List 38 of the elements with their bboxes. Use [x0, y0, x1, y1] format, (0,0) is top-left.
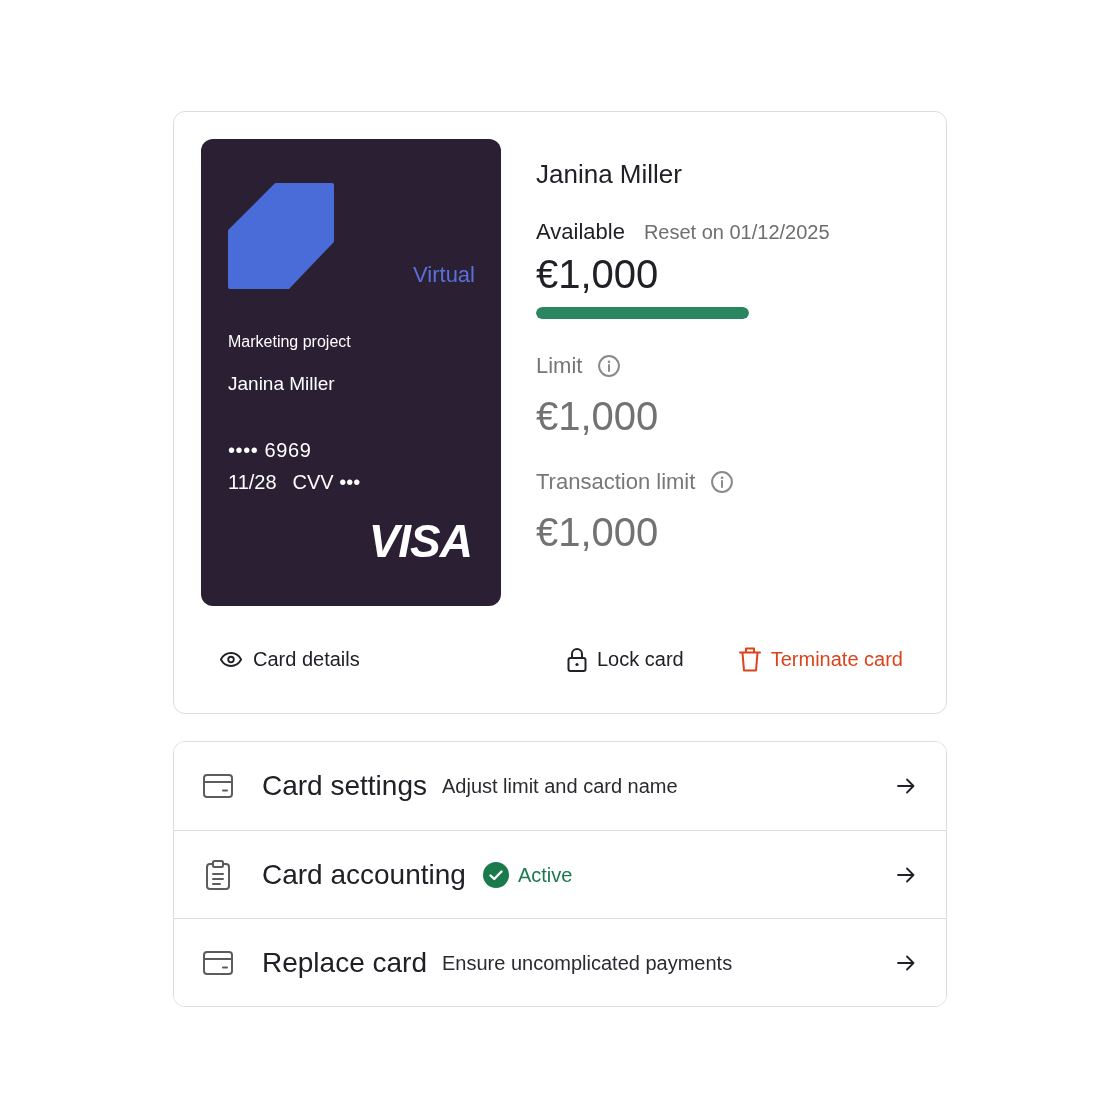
padlock-icon [567, 646, 587, 672]
limit-amount: €1,000 [536, 509, 659, 555]
card-project-name: Marketing project [228, 332, 351, 352]
cardholder-name: Janina Miller [228, 372, 335, 396]
card-network-logo: VISA [368, 518, 472, 564]
menu-title: Card accounting [262, 857, 466, 892]
trash-icon [738, 646, 761, 672]
credit-card-icon [203, 774, 233, 798]
info-icon[interactable] [711, 471, 734, 493]
available-label: Available [536, 218, 625, 246]
terminate-card-button[interactable]: Terminate card [722, 639, 919, 679]
menu-description: Adjust limit and card name [441, 774, 678, 799]
card-type-label: Virtual [413, 262, 475, 288]
card-details-button[interactable]: Card details [201, 639, 376, 679]
arrow-right-icon [897, 866, 915, 883]
reset-date-text: Reset on 01/12/2025 [643, 220, 830, 245]
limit-label: Transaction limit [536, 468, 696, 496]
check-circle-icon [482, 861, 509, 888]
card-expiry-date: 11/28 [228, 470, 277, 494]
status-text: Active [517, 862, 573, 888]
limit-amount: €1,000 [536, 393, 659, 439]
arrow-right-icon [897, 954, 915, 971]
menu-description: Ensure uncomplicated payments [442, 950, 733, 976]
credit-card-icon [203, 950, 233, 975]
menu-title: Card settings [262, 769, 427, 803]
cardholder-name: Janina Miller [536, 158, 682, 190]
menu-title: Replace card [262, 945, 427, 980]
masked-cvv: CVV ••• [292, 470, 361, 494]
lock-card-button[interactable]: Lock card [551, 639, 700, 679]
limit-label: Limit [536, 352, 583, 380]
hexagon-logo-icon [228, 183, 334, 289]
clipboard-icon [206, 859, 230, 890]
menu-row[interactable]: Replace card Ensure uncomplicated payments [174, 918, 946, 1006]
arrow-right-icon [897, 778, 915, 794]
eye-icon [219, 650, 243, 668]
available-amount: €1,000 [536, 251, 659, 297]
masked-card-number: •••• 6969 [228, 438, 312, 462]
info-icon[interactable] [598, 355, 621, 377]
